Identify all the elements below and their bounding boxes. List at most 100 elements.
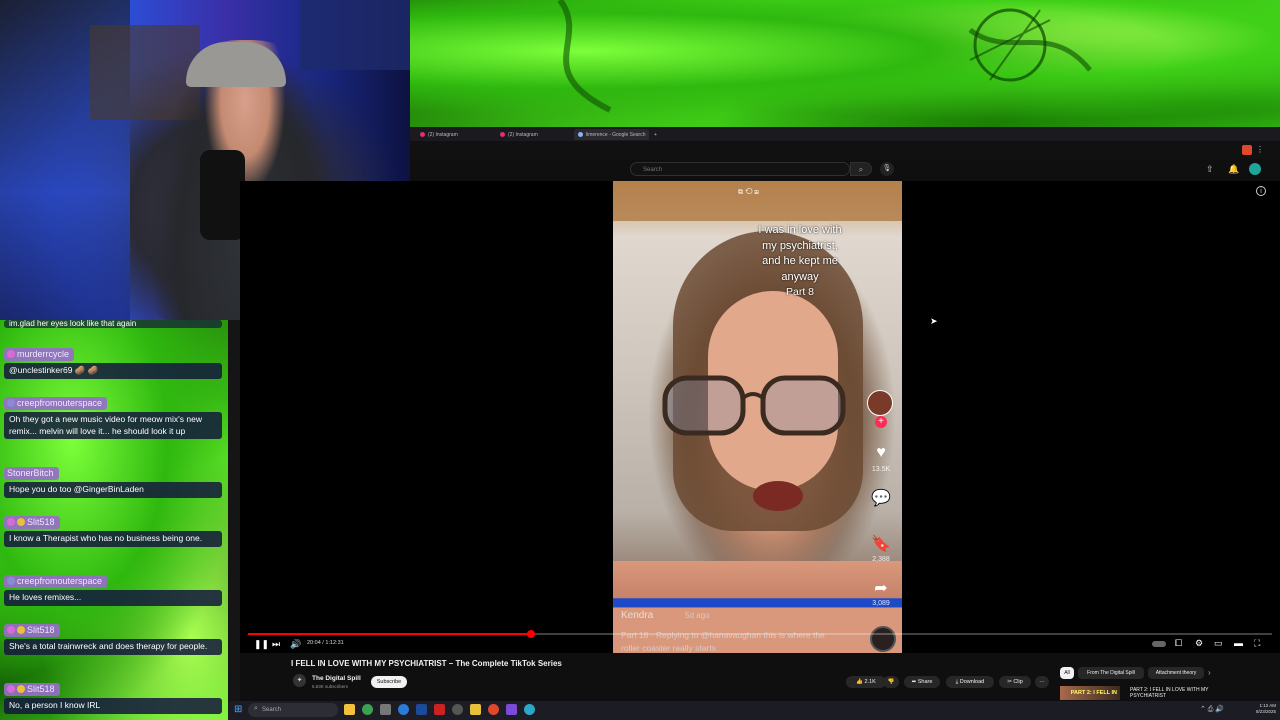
tiktok-date: 5d ago [685, 611, 710, 620]
tiktok-username: Kendra [621, 610, 654, 621]
instagram-icon [500, 132, 505, 137]
thumb-down-icon: 👎 [887, 679, 895, 685]
chip-all[interactable]: All [1060, 667, 1074, 679]
scrubber-handle[interactable] [526, 630, 535, 638]
share-arrow-icon: ➦ [874, 580, 888, 597]
chat-username: murderrcycle [4, 348, 75, 361]
info-icon[interactable]: i [1256, 186, 1266, 196]
clock-date: 8/23/2025 [1255, 709, 1276, 714]
tray-icons[interactable]: ⌃ ⎙ 🔊 [1200, 705, 1224, 714]
chat-message: He loves remixes... [4, 590, 222, 606]
channel-avatar[interactable]: ✦ [293, 674, 306, 687]
dislike-button[interactable]: 👎 [883, 676, 899, 688]
save-count: 2,388 [872, 556, 890, 563]
mic-icon[interactable]: 🎙 [880, 162, 894, 176]
avatar[interactable] [1249, 163, 1261, 175]
share-label: Share [917, 679, 933, 685]
opera-icon[interactable] [488, 704, 499, 715]
chat-message: Hope you do too @GingerBinLaden [4, 482, 222, 498]
chip-attachment-theory[interactable]: Attachment theory [1148, 667, 1204, 679]
username-text: StonerBitch [7, 468, 54, 478]
tab-google-search[interactable]: limerence - Google Search [574, 129, 650, 140]
like-button[interactable]: 👍 2.1K [846, 676, 886, 688]
taskbar-clock[interactable]: 1:12 AM 8/23/2025 [1236, 703, 1276, 715]
caption-line: my psychiatrist, [762, 239, 838, 252]
chip-from-channel[interactable]: From The Digital Spill [1078, 667, 1144, 679]
caption-line: anyway [781, 270, 819, 283]
badge-icon [7, 626, 15, 634]
settings-icon[interactable]: ⚙ [1195, 638, 1203, 649]
miniplayer-icon[interactable]: ▭ [1214, 638, 1223, 649]
chat-username: Slit518 [4, 683, 60, 696]
music-disc-icon [870, 626, 896, 652]
notifications-icon[interactable]: 🔔 [1228, 164, 1239, 175]
microphone [200, 150, 245, 240]
extension-icon[interactable] [1242, 145, 1252, 155]
share-button[interactable]: ➦ Share [904, 676, 940, 688]
chat-message: im.glad her eyes look like that again [4, 320, 222, 328]
tab-instagram-1[interactable]: (2) Instagram [416, 129, 462, 140]
fullscreen-icon[interactable]: ⛶ [1254, 638, 1260, 649]
badge-icon [17, 626, 25, 634]
bookmark-icon: 🔖 [871, 536, 891, 553]
app-icon[interactable] [434, 704, 445, 715]
follow-plus-icon: + [875, 416, 887, 428]
progress-fill [248, 633, 531, 635]
chevron-right-icon[interactable]: › [1208, 668, 1211, 677]
comment-icon: 💬 [871, 490, 891, 507]
channel-name[interactable]: The Digital Spill [312, 675, 361, 682]
chat-scroll-gutter [228, 320, 240, 701]
app-icon[interactable] [506, 704, 517, 715]
app-icon[interactable] [524, 704, 535, 715]
subscribe-button[interactable]: Subscribe [371, 676, 407, 688]
chat-message: @unclestinker69 🥔 🥔 [4, 363, 222, 379]
badge-icon [7, 577, 15, 585]
taskbar-search[interactable]: Search [248, 703, 338, 717]
file-explorer-icon[interactable] [344, 704, 355, 715]
next-icon[interactable]: ⏭ [272, 639, 280, 650]
download-label: Download [959, 679, 985, 685]
app-icon[interactable] [398, 704, 409, 715]
share-count: 3,089 [872, 600, 890, 607]
create-icon[interactable]: ⇧ [1206, 164, 1214, 175]
caption-line: and he kept me [762, 255, 838, 267]
username-text: murderrcycle [17, 349, 70, 359]
glasses [662, 375, 846, 436]
volume-icon[interactable]: 🔊 [290, 639, 301, 650]
extensions-icon[interactable]: ⋮ [1256, 145, 1266, 155]
google-icon [578, 132, 583, 137]
mouse-cursor-icon: ➤ [930, 316, 938, 326]
badge-icon [7, 685, 15, 693]
username-text: creepfromouterspace [17, 398, 103, 408]
heart-icon: ♥ [876, 444, 886, 461]
app-icon[interactable] [470, 704, 481, 715]
clip-button[interactable]: ✂ Clip [999, 676, 1031, 688]
subtitles-icon[interactable]: ⧠ [1175, 638, 1182, 649]
app-icon[interactable] [380, 704, 391, 715]
tiktok-overlay-icons: ⧉ ⟲ ⊞ [738, 189, 759, 196]
chat-username: creepfromouterspace [4, 575, 108, 588]
chat-message: She's a total trainwreck and does therap… [4, 639, 222, 655]
new-tab-button[interactable]: + [650, 129, 661, 140]
steam-icon[interactable] [416, 704, 427, 715]
chat-message: No, a person I know IRL [4, 698, 222, 714]
search-input[interactable]: Search [630, 162, 850, 176]
badge-icon [7, 518, 15, 526]
more-actions-button[interactable]: ··· [1035, 676, 1049, 688]
search-icon[interactable]: ⌕ [850, 162, 872, 176]
app-icon[interactable] [452, 704, 463, 715]
pause-icon[interactable]: ❚❚ [254, 639, 269, 650]
windows-start-icon[interactable]: ⊞ [234, 704, 242, 715]
chrome-icon[interactable] [362, 704, 373, 715]
like-count: 2.1K [864, 679, 876, 685]
tab-instagram-2[interactable]: (2) Instagram [496, 129, 542, 140]
theater-icon[interactable]: ▬ [1234, 638, 1243, 648]
recommended-video[interactable]: PART 2: I FELL IN LOVE PART 2: I FELL IN… [1060, 686, 1220, 710]
download-button[interactable]: ⤓ Download [946, 676, 994, 688]
mouth [753, 481, 803, 511]
username-text: Slit518 [27, 625, 55, 635]
recommended-title: PART 2: I FELL IN LOVE WITH MY PSYCHIATR… [1130, 687, 1209, 699]
time-display: 20:04 / 1:12:31 [307, 640, 344, 646]
video-title: I FELL IN LOVE WITH MY PSYCHIATRIST – Th… [291, 659, 562, 668]
autoplay-toggle[interactable] [1152, 641, 1166, 647]
